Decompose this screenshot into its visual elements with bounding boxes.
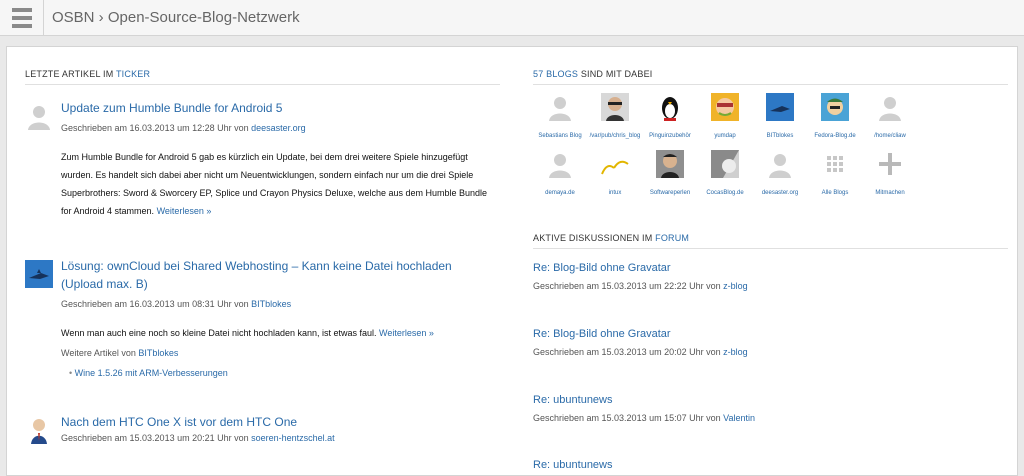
article-meta: Geschrieben am 15.03.2013 um 20:21 Uhr v…: [61, 433, 335, 443]
discussion-item: Re: ubuntunews: [533, 459, 1008, 471]
photo-avatar-icon: [711, 150, 739, 178]
grid-icon: [827, 156, 843, 172]
read-more-link[interactable]: Weiterlesen »: [379, 328, 434, 338]
hamburger-icon[interactable]: [0, 0, 44, 36]
ticker-link[interactable]: TICKER: [116, 69, 150, 79]
main-panel: LETZTE ARTIKEL IM TICKER Update zum Humb…: [6, 46, 1018, 476]
discussion-title[interactable]: Re: ubuntunews: [533, 459, 1008, 471]
blogs-count-link[interactable]: 57 BLOGS: [533, 69, 578, 79]
all-blogs-item[interactable]: Alle Blogs: [805, 150, 865, 196]
discussion-meta: Geschrieben am 15.03.2013 um 15:07 Uhr v…: [533, 413, 755, 423]
discussion-title[interactable]: Re: Blog-Bild ohne Gravatar: [533, 262, 1008, 274]
person-avatar-icon: [601, 93, 629, 121]
article-title[interactable]: Lösung: ownCloud bei Shared Webhosting –…: [61, 257, 491, 293]
discussion-item: Re: ubuntunews Geschrieben am 15.03.2013 …: [533, 394, 1008, 423]
further-author[interactable]: BITblokes: [138, 348, 178, 358]
article-excerpt: Wenn man auch eine noch so kleine Datei …: [61, 328, 434, 338]
blog-item[interactable]: Pinguinzubehör: [640, 93, 700, 139]
shark-avatar-icon: [766, 93, 794, 121]
article-excerpt: Zum Humble Bundle for Android 5 gab es k…: [61, 152, 488, 216]
penguin-icon: [662, 97, 678, 121]
article-meta: Geschrieben am 16.03.2013 um 08:31 Uhr v…: [61, 299, 292, 309]
article-author[interactable]: deesaster.org: [251, 123, 306, 133]
cartoon-avatar-icon: [821, 93, 849, 121]
blog-item[interactable]: demaya.de: [530, 150, 590, 196]
read-more-link[interactable]: Weiterlesen »: [157, 206, 212, 216]
default-avatar-icon: [549, 97, 571, 121]
blog-item[interactable]: intux: [585, 150, 645, 196]
forum-link[interactable]: FORUM: [655, 233, 689, 243]
blog-item[interactable]: Sebastians Blog: [530, 93, 590, 139]
top-bar: OSBN › Open-Source-Blog-Netzwerk: [0, 0, 1024, 36]
blog-item[interactable]: BITblokes: [750, 93, 810, 139]
blog-item[interactable]: Fedora-Blog.de: [805, 93, 865, 139]
article-title[interactable]: Update zum Humble Bundle for Android 5: [61, 99, 491, 117]
article-meta: Geschrieben am 16.03.2013 um 12:28 Uhr v…: [61, 123, 306, 133]
article-title[interactable]: Nach dem HTC One X ist vor dem HTC One: [61, 413, 491, 431]
join-item[interactable]: Mitmachen: [860, 150, 920, 196]
article-item: Update zum Humble Bundle for Android 5 G…: [25, 99, 500, 224]
cartoon-avatar-icon: [711, 93, 739, 121]
blog-item[interactable]: CocasBlog.de: [695, 150, 755, 196]
discussion-meta: Geschrieben am 15.03.2013 um 22:22 Uhr v…: [533, 281, 748, 291]
blog-item[interactable]: /var/pub/chris_blog: [585, 93, 645, 139]
site-title[interactable]: OSBN › Open-Source-Blog-Netzwerk: [52, 9, 300, 26]
discussion-item: Re: Blog-Bild ohne Gravatar Geschrieben a…: [533, 328, 1008, 357]
related-article[interactable]: • Wine 1.5.26 mit ARM-Verbesserungen: [69, 368, 228, 378]
plus-icon: [879, 153, 901, 175]
default-avatar-icon: [549, 154, 571, 178]
shark-avatar-icon: [25, 260, 53, 288]
discussion-title[interactable]: Re: Blog-Bild ohne Gravatar: [533, 328, 1008, 340]
default-avatar-icon: [25, 102, 53, 130]
default-avatar-icon: [769, 154, 791, 178]
person-avatar-icon: [656, 150, 684, 178]
discussion-title[interactable]: Re: ubuntunews: [533, 394, 1008, 406]
blog-item[interactable]: Softwareperlen: [640, 150, 700, 196]
article-author[interactable]: soeren-hentzschel.at: [251, 433, 335, 443]
discussion-author[interactable]: Valentin: [723, 413, 755, 423]
blog-item[interactable]: yumdap: [695, 93, 755, 139]
forum-heading: AKTIVE DISKUSSIONEN IM FORUM: [533, 233, 1008, 249]
further-articles: Weitere Artikel von BITblokes: [61, 348, 179, 358]
person-avatar-icon: [25, 416, 53, 444]
article-item: Lösung: ownCloud bei Shared Webhosting –…: [25, 257, 500, 427]
discussion-author[interactable]: z-blog: [723, 281, 748, 291]
blogs-heading: 57 BLOGS SIND MIT DABEI: [533, 69, 1008, 85]
blog-item[interactable]: deesaster.org: [750, 150, 810, 196]
discussion-meta: Geschrieben am 15.03.2013 um 20:02 Uhr v…: [533, 347, 748, 357]
article-item: Nach dem HTC One X ist vor dem HTC One G…: [25, 413, 500, 463]
discussion-author[interactable]: z-blog: [723, 347, 748, 357]
blog-item[interactable]: /home/cliaw: [860, 93, 920, 139]
article-author[interactable]: BITblokes: [251, 299, 291, 309]
discussion-item: Re: Blog-Bild ohne Gravatar Geschrieben a…: [533, 262, 1008, 291]
default-avatar-icon: [879, 97, 901, 121]
ticker-heading: LETZTE ARTIKEL IM TICKER: [25, 69, 500, 85]
intux-logo-icon: [601, 160, 629, 175]
